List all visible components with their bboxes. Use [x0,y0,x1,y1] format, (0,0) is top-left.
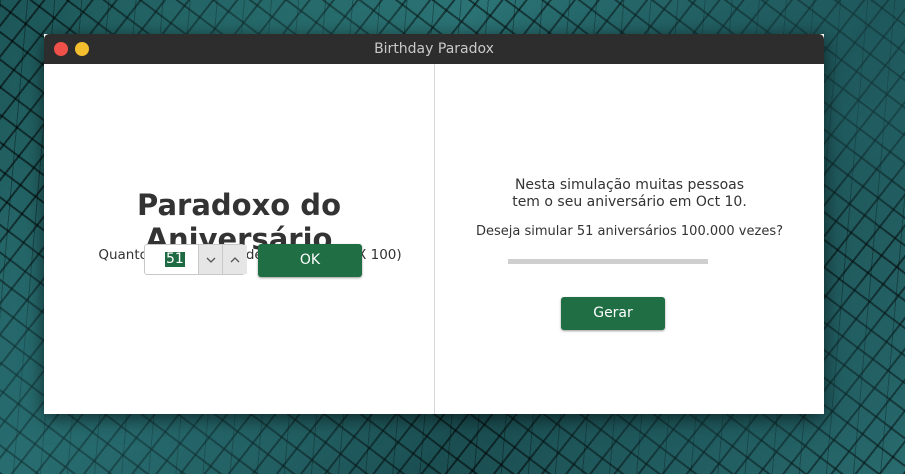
window-content: Paradoxo do Aniversário Quantos aniversá… [44,64,824,414]
chevron-up-icon [230,256,240,262]
spinner-decrement-button[interactable] [198,245,223,274]
spinner-increment-button[interactable] [222,245,247,274]
ok-button[interactable]: OK [258,244,362,277]
progress-bar [508,259,708,264]
simulate-question: Deseja simular 51 aniversários 100.000 v… [476,224,783,239]
generate-button[interactable]: Gerar [561,297,665,330]
count-spinner[interactable]: 51 [144,244,247,275]
chevron-down-icon [206,257,216,263]
count-prompt-label: Quantos aniversários devo gerar? (MAX 10… [98,247,402,263]
window-title: Birthday Paradox [374,41,494,57]
result-message-line2: tem o seu aniversário em Oct 10. [512,194,747,210]
result-message: Nesta simulação muitas pessoas tem o seu… [435,177,824,211]
app-window: Birthday Paradox Paradoxo do Aniversário… [44,34,824,414]
spinner-input[interactable]: 51 [165,252,185,267]
result-message-line1: Nesta simulação muitas pessoas [514,177,745,193]
panel-divider [434,64,435,414]
title-bar[interactable]: Birthday Paradox [44,34,824,64]
desktop-background: Birthday Paradox Paradoxo do Aniversário… [0,0,905,474]
